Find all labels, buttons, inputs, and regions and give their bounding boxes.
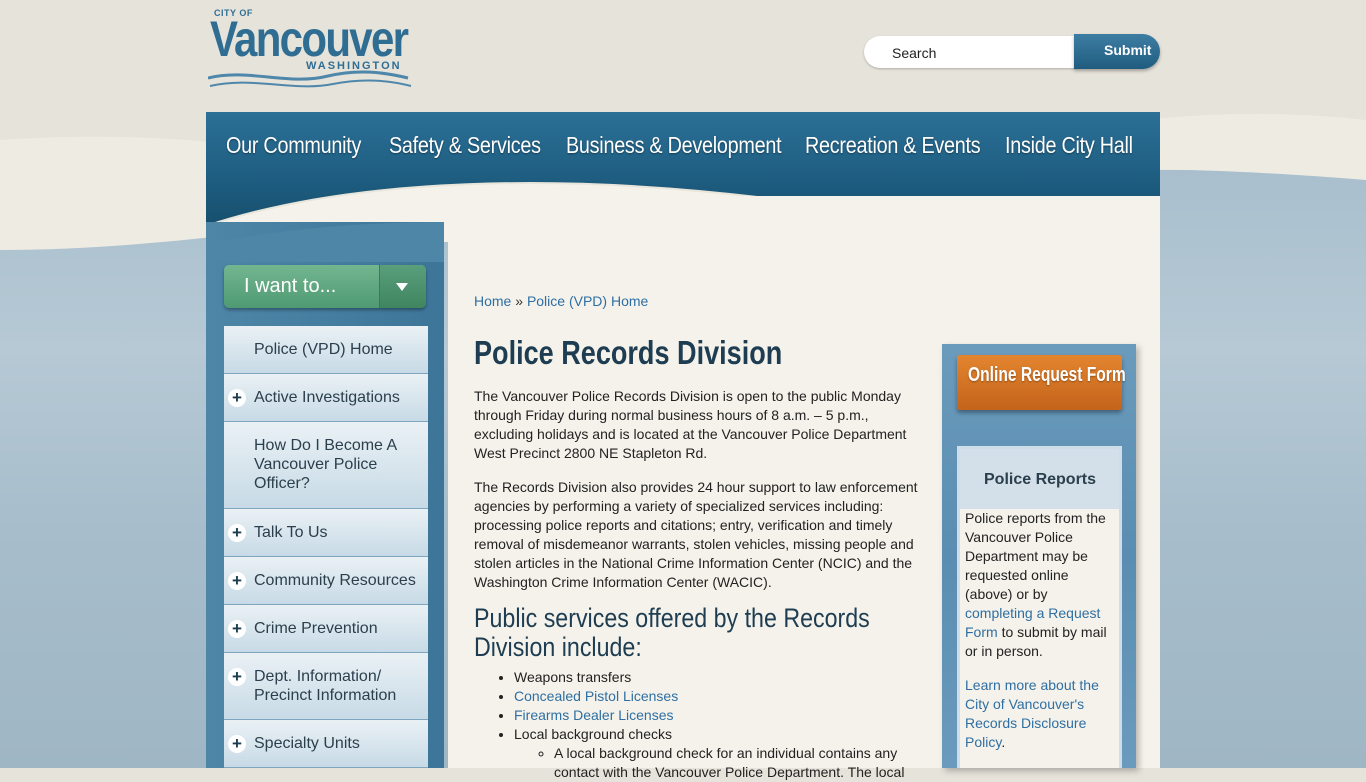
records-policy-paragraph: Learn more about the City of Vancouver's… bbox=[965, 676, 1115, 752]
nav-safety-services[interactable]: Safety & Services bbox=[389, 132, 541, 159]
weapons-transfers-text: Weapons transfers bbox=[514, 669, 632, 685]
nav-recreation-events[interactable]: Recreation & Events bbox=[805, 132, 981, 159]
list-item: Firearms Dealer Licenses bbox=[514, 706, 924, 725]
breadcrumb-separator: » bbox=[515, 293, 524, 309]
nav-business-development[interactable]: Business & Development bbox=[566, 132, 782, 159]
sidebar-item-label: Community Resources bbox=[254, 572, 416, 589]
i-want-to-label: I want to... bbox=[244, 275, 337, 297]
sidebar-item-active-investigations[interactable]: + Active Investigations bbox=[224, 374, 428, 422]
sidebar-item-label: Talk To Us bbox=[254, 524, 328, 541]
i-want-to-dropdown[interactable]: I want to... bbox=[224, 265, 426, 308]
sidebar-item-label: Crime Prevention bbox=[254, 620, 378, 637]
police-reports-paragraph: Police reports from the Vancouver Police… bbox=[965, 509, 1115, 661]
plus-icon[interactable]: + bbox=[228, 572, 246, 590]
police-reports-header: Police Reports bbox=[960, 449, 1119, 509]
online-request-form-label: Online Request Form bbox=[968, 364, 1126, 386]
breadcrumb-home-link[interactable]: Home bbox=[474, 293, 511, 309]
search-submit-button[interactable]: Submit bbox=[1074, 34, 1160, 69]
sidebar-item-label: Specialty Units bbox=[254, 735, 360, 752]
sidebar-item-label: Police (VPD) Home bbox=[254, 341, 393, 358]
page-title: Police Records Division bbox=[474, 334, 783, 371]
intro-paragraph: The Vancouver Police Records Division is… bbox=[474, 388, 907, 461]
background-check-detail: A local background check for an individu… bbox=[554, 745, 905, 780]
records-policy-end: . bbox=[1001, 734, 1006, 750]
police-reports-body: Police reports from the Vancouver Police… bbox=[965, 509, 1115, 767]
background-checks-text: Local background checks bbox=[514, 726, 672, 742]
police-reports-card: Police Reports Police reports from the V… bbox=[957, 446, 1122, 768]
services-list: Weapons transfers Concealed Pistol Licen… bbox=[474, 668, 924, 782]
plus-icon[interactable]: + bbox=[228, 620, 246, 638]
services-heading: Public services offered by the Records D… bbox=[474, 603, 870, 662]
sidebar-item-talk-to-us[interactable]: + Talk To Us bbox=[224, 509, 428, 557]
sidebar-item-dept-information[interactable]: + Dept. Information/ Precinct Informatio… bbox=[224, 653, 428, 720]
sidebar-item-specialty-units[interactable]: + Specialty Units bbox=[224, 720, 428, 768]
plus-icon[interactable]: + bbox=[228, 735, 246, 753]
services-paragraph: The Records Division also provides 24 ho… bbox=[474, 479, 918, 590]
firearms-dealer-link[interactable]: Firearms Dealer Licenses bbox=[514, 707, 674, 723]
sidebar-item-label: Dept. Information/ Precinct Information bbox=[254, 668, 397, 704]
plus-icon[interactable]: + bbox=[228, 524, 246, 542]
list-item: Weapons transfers bbox=[514, 668, 924, 687]
police-reports-title: Police Reports bbox=[984, 471, 1097, 488]
sidebar-item-community-resources[interactable]: + Community Resources bbox=[224, 557, 428, 605]
sidebar-item-label: Active Investigations bbox=[254, 389, 400, 406]
online-request-form-button[interactable]: Online Request Form bbox=[957, 355, 1126, 410]
breadcrumb-current-link[interactable]: Police (VPD) Home bbox=[527, 293, 648, 309]
plus-icon[interactable]: + bbox=[228, 389, 246, 407]
reports-text-1: Police reports from the Vancouver Police… bbox=[965, 510, 1106, 602]
chevron-down-icon[interactable] bbox=[379, 265, 426, 308]
concealed-pistol-link[interactable]: Concealed Pistol Licenses bbox=[514, 688, 678, 704]
plus-icon[interactable]: + bbox=[228, 668, 246, 686]
list-item: Concealed Pistol Licenses bbox=[514, 687, 924, 706]
sidebar-item-police-home[interactable]: Police (VPD) Home bbox=[224, 326, 428, 374]
city-logo[interactable]: CITY OF Vancouver WASHINGTON bbox=[208, 6, 413, 94]
list-item: Local background checks A local backgrou… bbox=[514, 725, 924, 782]
logo-wave-icon bbox=[208, 70, 412, 88]
sidebar-item-become-officer[interactable]: How Do I Become A Vancouver Police Offic… bbox=[224, 422, 428, 509]
sidebar-item-label: How Do I Become A Vancouver Police Offic… bbox=[254, 437, 397, 492]
breadcrumb: Home » Police (VPD) Home bbox=[474, 293, 648, 309]
nav-inside-city-hall[interactable]: Inside City Hall bbox=[1005, 132, 1133, 159]
sidebar-nav: Police (VPD) Home + Active Investigation… bbox=[224, 326, 428, 768]
sidebar-item-crime-prevention[interactable]: + Crime Prevention bbox=[224, 605, 428, 653]
nav-our-community[interactable]: Our Community bbox=[226, 132, 361, 159]
submit-label: Submit bbox=[1104, 42, 1152, 58]
list-item: A local background check for an individu… bbox=[554, 744, 924, 782]
records-policy-link[interactable]: Learn more about the City of Vancouver's… bbox=[965, 677, 1099, 750]
left-column-cap bbox=[206, 222, 444, 262]
search-input[interactable] bbox=[890, 44, 1084, 62]
search-box bbox=[864, 36, 1090, 68]
